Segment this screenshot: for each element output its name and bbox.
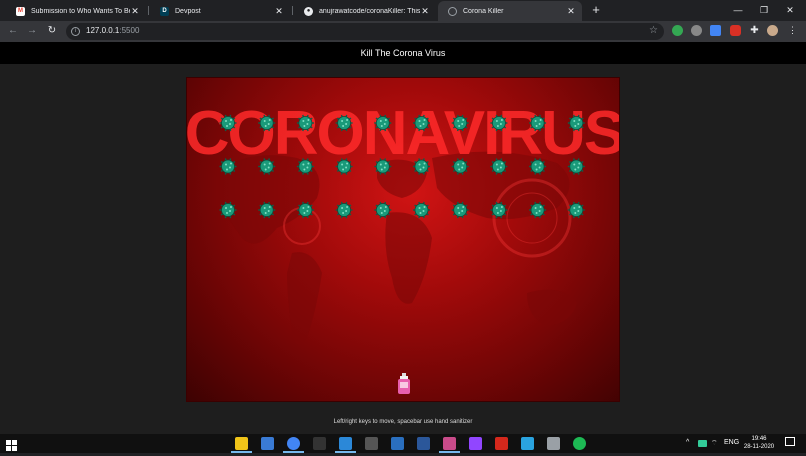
restore-icon[interactable]: ❐	[752, 2, 776, 18]
minimize-icon[interactable]: —	[726, 2, 750, 18]
bookmark-star-icon[interactable]: ☆	[649, 25, 658, 36]
file-explorer-icon[interactable]	[235, 437, 248, 450]
new-tab-button[interactable]: +	[589, 3, 603, 17]
gmail-icon: M	[16, 6, 25, 16]
virus-enemy	[335, 201, 353, 219]
wifi-icon[interactable]: ⌔	[711, 439, 718, 448]
calculator-icon[interactable]	[365, 437, 378, 450]
tab-github[interactable]: ● anujrawatcode/coronaKiller: This is ✕	[294, 1, 436, 21]
page-content: Kill The Corona Virus CORONAVIRUS Left/r…	[0, 42, 806, 434]
battery-icon[interactable]	[698, 440, 707, 447]
url-port: :5500	[119, 26, 140, 35]
vscode-icon[interactable]	[339, 437, 352, 450]
tab-separator	[292, 6, 293, 15]
globe-icon	[448, 6, 457, 16]
address-bar[interactable]: i 127.0.0.1:5500 ☆	[66, 23, 664, 40]
word-icon[interactable]	[417, 437, 430, 450]
hand-sanitizer-player[interactable]	[398, 373, 410, 394]
terminal-icon[interactable]	[313, 437, 326, 450]
close-icon[interactable]: ✕	[274, 6, 284, 17]
github-icon: ●	[304, 6, 313, 16]
game-instructions: Left/right keys to move, spacebar use ha…	[333, 419, 473, 425]
extension-gray-icon[interactable]	[691, 25, 702, 36]
forward-icon[interactable]: →	[25, 24, 39, 38]
twitch-icon[interactable]	[469, 437, 482, 450]
extensions-puzzle-icon[interactable]: ✚	[749, 25, 760, 36]
chrome-icon[interactable]	[287, 437, 300, 450]
coronavirus-banner: CORONAVIRUS	[187, 99, 620, 168]
page-title: Kill The Corona Virus	[0, 42, 806, 64]
windows-taskbar: ^ ⌔ ENG 19:46 28-11-2020	[0, 434, 806, 453]
tab-corona-killer[interactable]: Corona Killer ✕	[438, 1, 582, 21]
tab-title: Devpost	[175, 7, 201, 15]
menu-kebab-icon[interactable]: ⋮	[787, 25, 798, 36]
tab-title: Corona Killer	[463, 7, 504, 15]
snipping-icon[interactable]	[443, 437, 456, 450]
tray-chevron-icon[interactable]: ^	[686, 439, 689, 446]
telegram-icon[interactable]	[521, 437, 534, 450]
close-icon[interactable]: ✕	[130, 6, 140, 17]
url-host: 127.0.0.1	[86, 26, 120, 35]
tab-strip: M Submission to Who Wants To Be A Hacker…	[0, 0, 806, 21]
acrobat-icon[interactable]	[495, 437, 508, 450]
close-icon[interactable]: ✕	[420, 6, 430, 17]
url-text[interactable]: 127.0.0.1:5500	[86, 26, 139, 35]
close-window-icon[interactable]: ✕	[778, 2, 802, 18]
info-icon[interactable]: i	[71, 27, 80, 36]
tab-gmail[interactable]: M Submission to Who Wants To Be A Hacker…	[6, 1, 146, 21]
back-icon[interactable]: ←	[6, 24, 20, 38]
close-icon[interactable]: ✕	[566, 6, 576, 17]
game-canvas[interactable]: CORONAVIRUS	[186, 77, 620, 402]
extension-screen-icon[interactable]	[710, 25, 721, 36]
devpost-icon: D	[160, 6, 169, 16]
reload-icon[interactable]: ↻	[45, 24, 59, 38]
notification-icon[interactable]	[785, 437, 795, 446]
clock-time: 19:46	[751, 436, 767, 442]
extension-add-icon[interactable]	[672, 25, 683, 36]
tab-devpost[interactable]: D Devpost ✕	[150, 1, 290, 21]
extension-red-icon[interactable]	[730, 25, 741, 36]
photos-icon[interactable]	[391, 437, 404, 450]
clock-date: 28-11-2020	[743, 444, 775, 450]
spotify-icon[interactable]	[573, 437, 586, 450]
profile-avatar[interactable]	[767, 25, 778, 36]
windows-start-icon[interactable]	[6, 438, 17, 451]
settings-icon[interactable]	[547, 437, 560, 450]
tab-title: anujrawatcode/coronaKiller: This is	[319, 7, 420, 15]
clock[interactable]: 19:46 28-11-2020	[736, 435, 782, 451]
tab-separator	[148, 6, 149, 15]
browser-toolbar: ← → ↻ i 127.0.0.1:5500 ☆	[0, 21, 806, 42]
python-icon[interactable]	[261, 437, 274, 450]
virus-enemy	[413, 201, 430, 219]
game-scene: CORONAVIRUS	[187, 99, 620, 394]
tab-title: Submission to Who Wants To Be A Hacker	[31, 7, 130, 15]
